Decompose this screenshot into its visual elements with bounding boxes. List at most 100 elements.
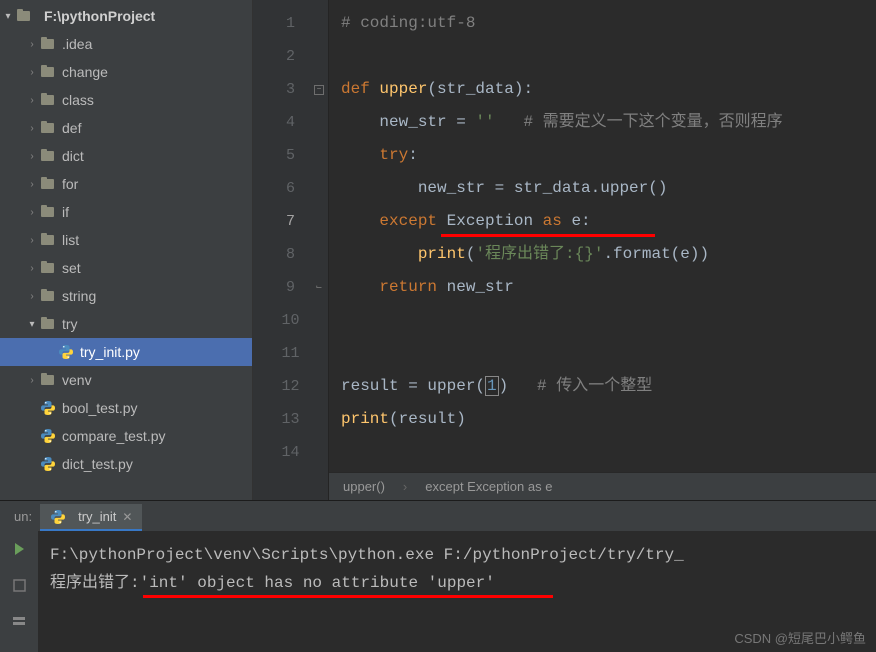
- line-number: 3−: [253, 73, 328, 106]
- code-area[interactable]: # coding:utf-8 def upper(str_data): new_s…: [329, 0, 876, 500]
- code-line[interactable]: result = upper(1) # 传入一个整型: [341, 370, 876, 403]
- tree-item[interactable]: dict_test.py: [0, 450, 252, 478]
- folder-icon: [40, 64, 56, 80]
- folder-icon: [40, 148, 56, 164]
- tree-item-label: list: [62, 232, 79, 248]
- code-line[interactable]: def upper(str_data):: [341, 73, 876, 106]
- line-number: 4: [253, 106, 328, 139]
- code-line[interactable]: print(result): [341, 403, 876, 436]
- line-number: 12: [253, 370, 328, 403]
- run-label: un:: [6, 509, 40, 524]
- chevron-right-icon: ›: [24, 39, 40, 50]
- chevron-right-icon: ›: [24, 151, 40, 162]
- line-number: 9⌙: [253, 271, 328, 304]
- tree-item-label: class: [62, 92, 94, 108]
- code-line[interactable]: print('程序出错了:{}'.format(e)): [341, 238, 876, 271]
- tree-item[interactable]: ›def: [0, 114, 252, 142]
- line-number: 2: [253, 40, 328, 73]
- console-line: F:\pythonProject\venv\Scripts\python.exe…: [50, 541, 864, 569]
- tree-item[interactable]: ›set: [0, 254, 252, 282]
- code-line[interactable]: try:: [341, 139, 876, 172]
- tree-item[interactable]: ›list: [0, 226, 252, 254]
- code-editor[interactable]: 123−456789⌙1011121314 # coding:utf-8def …: [253, 0, 876, 500]
- line-number: 13: [253, 403, 328, 436]
- python-icon: [40, 428, 56, 444]
- tree-item-label: for: [62, 176, 78, 192]
- code-line[interactable]: return new_str: [341, 271, 876, 304]
- tree-item-label: try: [62, 316, 78, 332]
- folder-icon: [40, 120, 56, 136]
- tree-item-label: try_init.py: [80, 344, 140, 360]
- console-line: 程序出错了:'int' object has no attribute 'upp…: [50, 569, 864, 597]
- tree-item-label: compare_test.py: [62, 428, 166, 444]
- error-underline: [143, 595, 553, 598]
- breadcrumb[interactable]: upper() › except Exception as e: [329, 472, 876, 500]
- breadcrumb-item[interactable]: except Exception as e: [425, 479, 552, 494]
- breadcrumb-item[interactable]: upper(): [343, 479, 385, 494]
- close-icon[interactable]: ✕: [122, 510, 132, 524]
- tree-item[interactable]: › for: [0, 170, 252, 198]
- tree-item[interactable]: try_init.py: [0, 338, 252, 366]
- code-line[interactable]: [341, 40, 876, 73]
- fold-end-icon: ⌙: [314, 283, 324, 293]
- tree-item-label: venv: [62, 372, 92, 388]
- folder-icon: [40, 288, 56, 304]
- run-tab-label: try_init: [78, 509, 116, 524]
- folder-icon: [16, 8, 32, 24]
- tree-item[interactable]: ›.idea: [0, 30, 252, 58]
- stop-button[interactable]: [7, 573, 31, 597]
- chevron-right-icon: ›: [24, 179, 40, 190]
- tree-item[interactable]: ›dict: [0, 142, 252, 170]
- line-number: 6: [253, 172, 328, 205]
- chevron-down-icon: ▾: [24, 319, 40, 330]
- code-line[interactable]: # coding:utf-8: [341, 7, 876, 40]
- run-toolbar: [0, 531, 38, 652]
- line-number: 11: [253, 337, 328, 370]
- chevron-right-icon: ›: [24, 291, 40, 302]
- tree-item[interactable]: ▾ try: [0, 310, 252, 338]
- fold-icon[interactable]: −: [314, 85, 324, 95]
- chevron-right-icon: ›: [24, 207, 40, 218]
- folder-icon: [40, 92, 56, 108]
- layout-button[interactable]: [7, 609, 31, 633]
- run-tab-bar: un: try_init ✕: [0, 501, 876, 531]
- code-line[interactable]: [341, 304, 876, 337]
- python-icon: [50, 509, 66, 525]
- tree-item-label: change: [62, 64, 108, 80]
- folder-icon: [40, 36, 56, 52]
- folder-icon: [40, 232, 56, 248]
- tree-root[interactable]: ▾ F:\pythonProject: [0, 2, 252, 30]
- tree-item[interactable]: compare_test.py: [0, 422, 252, 450]
- tree-item-label: string: [62, 288, 96, 304]
- line-number: 14: [253, 436, 328, 469]
- tree-item[interactable]: › venv: [0, 366, 252, 394]
- code-line[interactable]: except Exception as e:: [341, 205, 876, 238]
- tree-item[interactable]: ›class: [0, 86, 252, 114]
- chevron-right-icon: ›: [403, 479, 407, 494]
- chevron-right-icon: ›: [24, 123, 40, 134]
- python-icon: [40, 456, 56, 472]
- project-tree[interactable]: ▾ F:\pythonProject ›.idea›change›class›d…: [0, 0, 253, 500]
- line-number: 8: [253, 238, 328, 271]
- chevron-right-icon: ›: [24, 263, 40, 274]
- tree-root-label: F:\pythonProject: [38, 8, 155, 24]
- tree-item-label: bool_test.py: [62, 400, 138, 416]
- tree-item[interactable]: ›if: [0, 198, 252, 226]
- folder-icon: [40, 204, 56, 220]
- rerun-button[interactable]: [7, 537, 31, 561]
- tree-item-label: dict_test.py: [62, 456, 133, 472]
- folder-icon: [40, 176, 56, 192]
- tree-item[interactable]: › string: [0, 282, 252, 310]
- folder-icon: [40, 260, 56, 276]
- chevron-right-icon: ›: [24, 375, 40, 386]
- code-line[interactable]: new_str = '' # 需要定义一下这个变量，否则程序: [341, 106, 876, 139]
- run-tab[interactable]: try_init ✕: [40, 504, 142, 531]
- line-number: 1: [253, 7, 328, 40]
- chevron-right-icon: ›: [24, 67, 40, 78]
- code-line[interactable]: [341, 337, 876, 370]
- code-line[interactable]: new_str = str_data.upper(): [341, 172, 876, 205]
- tree-item[interactable]: bool_test.py: [0, 394, 252, 422]
- line-number: 5: [253, 139, 328, 172]
- tree-item[interactable]: › change: [0, 58, 252, 86]
- code-line[interactable]: [341, 436, 876, 469]
